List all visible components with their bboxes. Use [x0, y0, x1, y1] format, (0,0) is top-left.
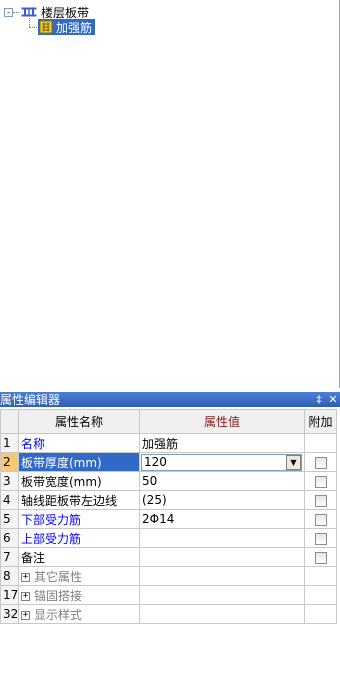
property-value	[139, 604, 305, 624]
property-value	[139, 585, 305, 605]
property-group-name: + 其它属性	[18, 566, 140, 586]
property-editor-title-bar: 属性编辑器 ‡ ✕	[0, 392, 340, 407]
extra-cell	[304, 547, 337, 567]
thickness-combobox[interactable]: 120 ▼	[141, 453, 302, 471]
table-row-group[interactable]: 17 + 锚固搭接	[0, 585, 337, 605]
row-number: 7	[0, 547, 19, 567]
property-value[interactable]: 加强筋	[139, 433, 305, 453]
property-name-text: 其它属性	[34, 569, 83, 584]
extra-cell	[304, 452, 337, 472]
header-property-name[interactable]: 属性名称	[18, 409, 140, 434]
property-name: 备注	[18, 547, 140, 567]
property-name-text: 显示样式	[34, 607, 83, 622]
row-number: 32	[0, 604, 19, 624]
extra-cell	[304, 490, 337, 510]
tree-child-node-selected[interactable]: 加强筋	[38, 19, 96, 35]
row-number: 5	[0, 509, 19, 529]
row-number: 8	[0, 566, 19, 586]
property-editor: 属性编辑器 ‡ ✕ 属性名称 属性值 附加 1 名称 加强筋 2 板带厚度(mm…	[0, 392, 340, 677]
property-grid: 属性名称 属性值 附加 1 名称 加强筋 2 板带厚度(mm) 120 ▼ 3 …	[0, 409, 337, 624]
close-icon[interactable]: ✕	[326, 393, 340, 406]
row-number: 1	[0, 433, 19, 453]
table-row[interactable]: 4 轴线距板带左边线 (25)	[0, 490, 337, 510]
row-number: 4	[0, 490, 19, 510]
property-name: 板带宽度(mm)	[18, 471, 140, 491]
tree-child-label: 加强筋	[56, 20, 93, 35]
extra-cell	[304, 471, 337, 491]
table-row-group[interactable]: 8 + 其它属性	[0, 566, 337, 586]
tree-panel: - 楼层板带 加强筋	[0, 0, 340, 388]
property-name: 名称	[18, 433, 140, 453]
extra-cell	[304, 585, 337, 605]
header-property-value[interactable]: 属性值	[139, 409, 305, 434]
property-group-name: + 锚固搭接	[18, 585, 140, 605]
property-name: 上部受力筋	[18, 528, 140, 548]
property-editor-title: 属性编辑器	[0, 393, 61, 407]
table-row[interactable]: 1 名称 加强筋	[0, 433, 337, 453]
row-number: 17	[0, 585, 19, 605]
property-name-text: 轴线距板带左边线	[21, 493, 118, 508]
table-row[interactable]: 7 备注	[0, 547, 337, 567]
table-row-selected[interactable]: 2 板带厚度(mm) 120 ▼	[0, 452, 337, 472]
chevron-down-icon[interactable]: ▼	[286, 454, 301, 470]
header-corner	[0, 409, 19, 434]
property-value[interactable]: 2Φ14	[139, 509, 305, 529]
property-value[interactable]: (25)	[139, 490, 305, 510]
property-name-text: 下部受力筋	[21, 512, 82, 527]
extra-cell	[304, 566, 337, 586]
expand-icon[interactable]: +	[21, 591, 30, 601]
tree-connector	[13, 11, 19, 13]
extra-checkbox[interactable]	[314, 532, 327, 545]
property-name-text: 上部受力筋	[21, 531, 82, 546]
property-name: 轴线距板带左边线	[18, 490, 140, 510]
table-row[interactable]: 5 下部受力筋 2Φ14	[0, 509, 337, 529]
property-value[interactable]: 50	[139, 471, 305, 491]
property-group-name: + 显示样式	[18, 604, 140, 624]
property-name-text: 名称	[21, 436, 46, 451]
collapse-toggle[interactable]: -	[4, 7, 13, 17]
header-extra[interactable]: 附加	[304, 409, 337, 434]
expand-icon[interactable]: +	[21, 572, 30, 582]
property-name: 板带厚度(mm)	[18, 452, 140, 472]
property-name: 下部受力筋	[18, 509, 140, 529]
property-name-text: 板带宽度(mm)	[21, 474, 102, 489]
row-number: 6	[0, 528, 19, 548]
property-value[interactable]	[139, 547, 305, 567]
table-row[interactable]: 3 板带宽度(mm) 50	[0, 471, 337, 491]
extra-checkbox[interactable]	[314, 513, 327, 526]
property-value	[139, 566, 305, 586]
table-row[interactable]: 6 上部受力筋	[0, 528, 337, 548]
property-name-text: 锚固搭接	[34, 588, 83, 603]
row-number: 2	[0, 452, 19, 472]
pin-icon[interactable]: ‡	[312, 393, 326, 406]
property-value[interactable]	[139, 528, 305, 548]
combobox-value[interactable]: 120	[142, 455, 286, 469]
rebar-icon	[39, 20, 53, 34]
extra-checkbox[interactable]	[314, 475, 327, 488]
property-name-text: 板带厚度(mm)	[21, 455, 102, 470]
property-name-text: 备注	[21, 550, 46, 565]
extra-cell	[304, 433, 337, 453]
extra-cell	[304, 528, 337, 548]
extra-checkbox[interactable]	[314, 456, 327, 469]
floor-slab-icon	[21, 7, 37, 17]
tree-connector	[29, 18, 30, 27]
extra-checkbox[interactable]	[314, 551, 327, 564]
property-value-editor[interactable]: 120 ▼	[139, 452, 305, 472]
extra-checkbox[interactable]	[314, 494, 327, 507]
extra-cell	[304, 604, 337, 624]
row-number: 3	[0, 471, 19, 491]
table-row-group[interactable]: 32 + 显示样式	[0, 604, 337, 624]
expand-icon[interactable]: +	[21, 610, 30, 620]
tree-connector	[29, 27, 37, 28]
extra-cell	[304, 509, 337, 529]
property-grid-header: 属性名称 属性值 附加	[0, 409, 337, 434]
